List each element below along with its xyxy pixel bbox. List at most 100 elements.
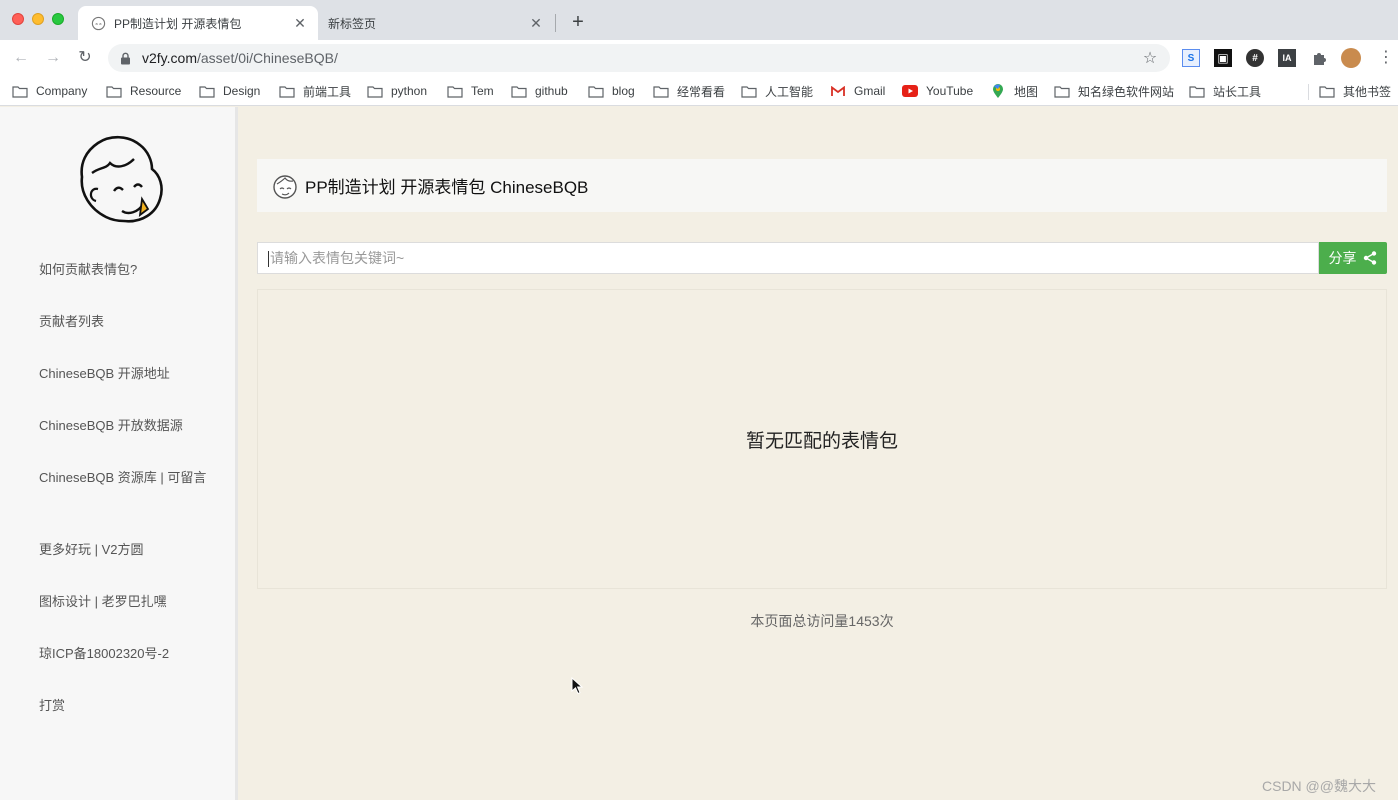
browser-tab-strip: PP制造计划 开源表情包 ✕ 新标签页 ✕ + [0,0,1398,40]
face-favicon-icon [90,15,106,31]
extension-label: ▣ [1217,51,1229,65]
browser-menu-icon[interactable]: ⋮ [1378,48,1394,68]
extensions-puzzle-icon[interactable] [1310,49,1328,67]
window-maximize-button[interactable] [52,13,64,25]
url-domain: v2fy.com [142,50,197,66]
bookmark-maps[interactable]: 地图 [990,82,1038,100]
bookmark-resource[interactable]: Resource [106,82,181,100]
sidebar-item-open-data[interactable]: ChineseBQB 开放数据源 [39,416,209,436]
url-text: v2fy.com/asset/0i/ChineseBQB/ [142,50,1140,66]
folder-icon [106,84,122,98]
sidebar-item-icp[interactable]: 琼ICP备18002320号-2 [39,644,209,664]
extension-ia-icon[interactable]: IA [1278,49,1296,67]
maps-pin-icon [990,83,1006,98]
page-title-bar: PP制造计划 开源表情包 ChineseBQB [257,159,1387,212]
sidebar-item-contributors[interactable]: 贡献者列表 [39,312,209,332]
forward-arrow-icon[interactable]: → [43,48,63,68]
extension-label: S [1187,52,1195,64]
back-arrow-icon[interactable]: ← [11,48,31,68]
folder-icon [1319,84,1335,98]
lock-icon [120,51,132,65]
logo-face-icon[interactable] [76,133,166,225]
bookmark-label: 站长工具 [1213,84,1262,99]
bookmark-label: Gmail [854,84,886,98]
new-tab-plus-icon[interactable]: + [568,12,588,32]
bookmark-label: 人工智能 [765,84,814,99]
bookmark-label: YouTube [926,84,974,98]
window-minimize-button[interactable] [32,13,44,25]
folder-icon [1189,84,1205,98]
bookmark-star-icon[interactable]: ☆ [1140,48,1160,68]
folder-icon [12,84,28,98]
tab-title: PP制造计划 开源表情包 [114,16,242,31]
results-panel: 暂无匹配的表情包 [257,289,1387,589]
tab-separator [555,14,556,32]
tab-close-icon[interactable]: ✕ [528,15,544,31]
search-input[interactable]: 请输入表情包关键词~ [257,242,1319,274]
folder-icon [279,84,295,98]
bookmark-label: python [391,84,428,98]
sidebar-item-how-to-contribute[interactable]: 如何贡献表情包? [39,260,209,280]
bookmark-youtube[interactable]: YouTube [902,82,973,100]
bookmark-label: 地图 [1014,84,1039,99]
bookmark-webmaster-tools[interactable]: 站长工具 [1189,82,1261,100]
tab-close-icon[interactable]: ✕ [292,15,308,31]
bookmark-green-software[interactable]: 知名绿色软件网站 [1054,82,1174,100]
face-logo-icon [271,172,299,200]
extension-label: # [1252,52,1258,64]
bookmark-tem[interactable]: Tem [447,82,494,100]
extension-label: IA [1282,53,1292,63]
reload-icon[interactable]: ↻ [75,48,95,68]
mouse-cursor-icon [571,676,584,695]
url-path: /asset/0i/ChineseBQB/ [196,50,338,66]
bookmark-label: Resource [130,84,182,98]
sidebar-item-source-repo[interactable]: ChineseBQB 开源地址 [39,364,209,384]
bookmark-blog[interactable]: blog [588,82,635,100]
bookmark-gmail[interactable]: Gmail [830,82,885,100]
sidebar-item-icon-design[interactable]: 图标设计 | 老罗巴扎嘿 [39,592,209,612]
profile-avatar[interactable] [1341,48,1361,68]
visit-counter: 本页面总访问量1453次 [750,613,894,629]
address-bar[interactable]: v2fy.com/asset/0i/ChineseBQB/ ☆ [108,44,1170,72]
share-button[interactable]: 分享 [1319,242,1387,274]
bookmark-design[interactable]: Design [199,82,260,100]
bookmark-label: github [535,84,568,98]
extension-hash-icon[interactable]: # [1246,49,1264,67]
bookmark-python[interactable]: python [367,82,427,100]
folder-icon [199,84,215,98]
bookmark-label: blog [612,84,635,98]
folder-icon [741,84,757,98]
bookmark-company[interactable]: Company [12,82,87,100]
empty-message: 暂无匹配的表情包 [745,430,898,452]
extension-s-icon[interactable]: S [1182,49,1200,67]
folder-icon [511,84,527,98]
bookmarks-bar: Company Resource Design 前端工具 python Tem … [0,76,1398,106]
gmail-icon [830,84,846,98]
bookmark-github[interactable]: github [511,82,568,100]
bookmark-label: Tem [471,84,494,98]
search-placeholder: 请输入表情包关键词~ [270,250,405,266]
page-title: PP制造计划 开源表情包 ChineseBQB [305,178,589,197]
window-close-button[interactable] [12,13,24,25]
bookmark-frontend-tools[interactable]: 前端工具 [279,82,351,100]
folder-icon [1054,84,1070,98]
tab-new-tab[interactable]: 新标签页 ✕ [318,6,554,40]
main-content: PP制造计划 开源表情包 ChineseBQB 请输入表情包关键词~ 分享 暂无… [241,107,1398,800]
sidebar-item-donate[interactable]: 打赏 [39,696,209,716]
text-caret [268,251,269,268]
browser-toolbar: ← → ↻ v2fy.com/asset/0i/ChineseBQB/ ☆ S … [0,40,1398,76]
bookmark-often-read[interactable]: 经常看看 [653,82,725,100]
bookmark-label: Design [223,84,261,98]
sidebar-item-v2fy[interactable]: 更多好玩 | V2方圆 [39,540,209,560]
share-icon [1362,250,1378,266]
youtube-icon [902,84,918,98]
bookmark-other[interactable]: 其他书签 [1319,82,1391,100]
bookmark-ai[interactable]: 人工智能 [741,82,813,100]
folder-icon [367,84,383,98]
tab-pp-project[interactable]: PP制造计划 开源表情包 ✕ [78,6,318,40]
sidebar-item-resource-library[interactable]: ChineseBQB 资源库 | 可留言 [39,468,209,488]
sidebar: 如何贡献表情包? 贡献者列表 ChineseBQB 开源地址 ChineseBQ… [0,107,238,800]
tab-title: 新标签页 [328,16,377,31]
extension-square-icon[interactable]: ▣ [1214,49,1232,67]
share-label: 分享 [1328,250,1357,266]
